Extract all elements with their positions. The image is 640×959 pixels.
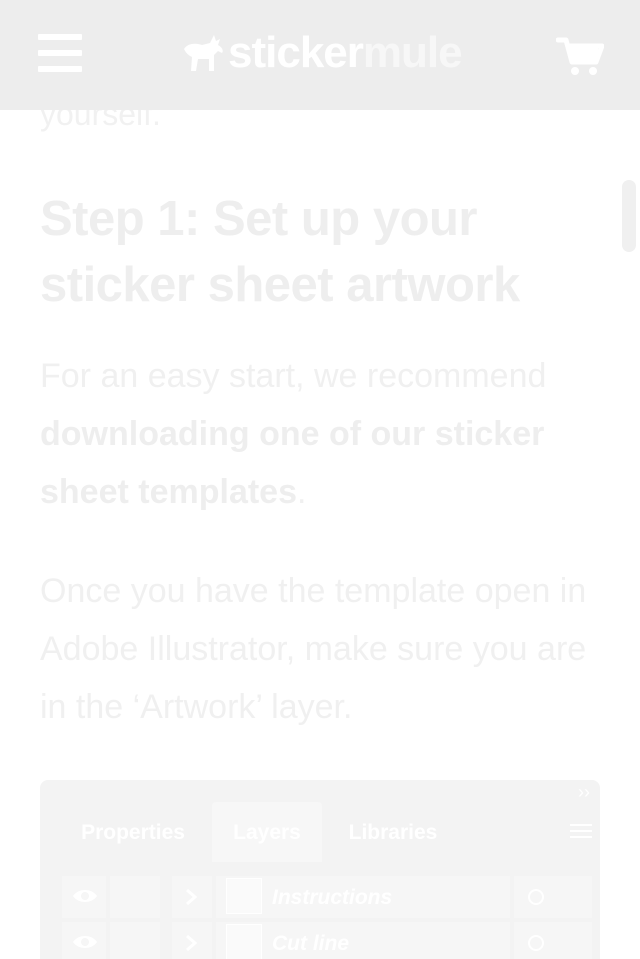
panel-collapse-icon: ›› <box>578 782 590 802</box>
panel-tabs: Properties Layers Libraries <box>40 802 600 862</box>
stickermule-logo[interactable]: stickermule <box>180 28 463 77</box>
tab-layers: Layers <box>212 802 322 862</box>
target-circle-icon <box>528 935 544 951</box>
layer-row: Instructions <box>62 876 592 920</box>
shopping-cart-icon[interactable] <box>556 36 604 78</box>
site-header: stickermule <box>0 0 640 110</box>
layer-name: Instructions <box>272 886 393 909</box>
logo-wordmark: stickermule <box>228 28 463 77</box>
chevron-right-icon <box>186 888 198 906</box>
eye-icon <box>73 890 97 902</box>
artwork-layer-paragraph: Once you have the template open in Adobe… <box>40 572 587 726</box>
illustrator-layers-panel: ›› Properties Layers Libraries Instructi… <box>40 780 600 959</box>
panel-menu-icon <box>570 824 592 840</box>
eye-icon <box>73 936 97 948</box>
layer-thumbnail <box>226 924 262 959</box>
layer-row: Cut line <box>62 922 592 959</box>
target-circle-icon <box>528 889 544 905</box>
chevron-right-icon <box>186 934 198 952</box>
step-1-heading: Step 1: Set up your sticker sheet artwor… <box>40 192 520 312</box>
tab-libraries: Libraries <box>348 821 438 844</box>
hamburger-icon[interactable] <box>38 34 82 72</box>
template-paragraph: For an easy start, we recommend download… <box>40 347 610 521</box>
mule-icon <box>184 35 223 71</box>
page: stickermule yourself. Step 1: Set up you… <box>0 0 640 959</box>
layer-name: Cut line <box>272 932 349 955</box>
scrollbar-thumb[interactable] <box>622 180 636 252</box>
tab-properties: Properties <box>81 821 185 844</box>
logo-word-mule: mule <box>362 28 463 77</box>
layers-list: Instructions Cut line <box>62 876 592 959</box>
template-download-link[interactable]: downloading one of our sticker sheet tem… <box>40 415 544 511</box>
template-paragraph-end: . <box>297 473 307 511</box>
layer-thumbnail <box>226 878 262 914</box>
logo-word-sticker: sticker <box>228 28 364 77</box>
template-paragraph-text: For an easy start, we recommend <box>40 357 547 395</box>
